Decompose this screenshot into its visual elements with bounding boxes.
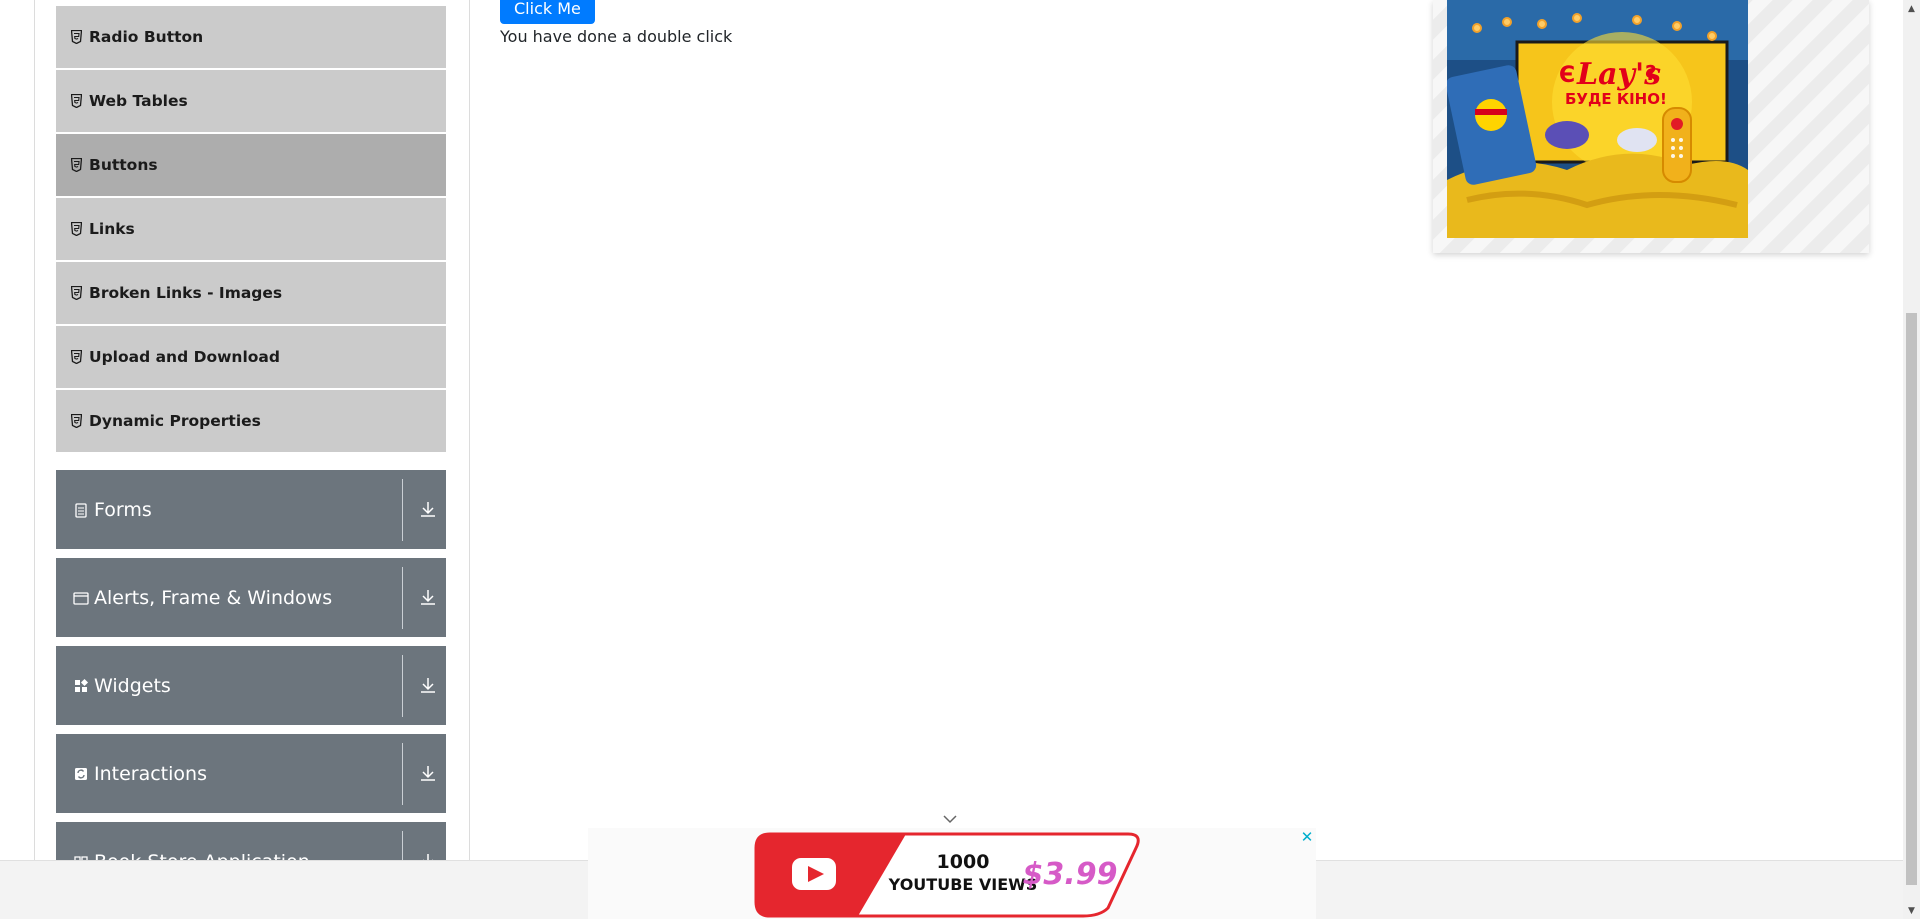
- scroll-up-arrow-icon[interactable]: ▲: [1903, 0, 1920, 17]
- group-divider: [402, 743, 403, 805]
- sidebar-item-dynamic-properties[interactable]: Dynamic Properties: [56, 390, 446, 452]
- html5-icon: [71, 158, 82, 172]
- interactions-icon: [73, 766, 89, 782]
- ad-headline-q: ?: [1645, 61, 1657, 85]
- sidebar-item-broken-links[interactable]: Broken Links - Images: [56, 262, 446, 324]
- sidebar-item-web-tables[interactable]: Web Tables: [56, 70, 446, 132]
- sidebar-group-alerts[interactable]: Alerts, Frame & Windows: [56, 558, 446, 637]
- html5-icon: [71, 350, 82, 364]
- sidebar-group-interactions[interactable]: Interactions: [56, 734, 446, 813]
- sidebar-item-links[interactable]: Links: [56, 198, 446, 260]
- sidebar-item-label: Upload and Download: [89, 348, 280, 366]
- sidebar-item-buttons[interactable]: Buttons: [56, 134, 446, 196]
- sidebar-group-forms[interactable]: Forms: [56, 470, 446, 549]
- sidebar-item-label: Web Tables: [89, 92, 188, 110]
- left-panel-border: [34, 0, 35, 860]
- sidebar-item-radio-button[interactable]: Radio Button: [56, 6, 446, 68]
- sidebar-group-label: Widgets: [94, 674, 171, 697]
- banner-line2: YOUTUBE VIEWS: [888, 875, 1038, 894]
- banner-line1: 1000: [937, 851, 990, 873]
- html5-icon: [71, 286, 82, 300]
- click-me-button[interactable]: Click Me: [500, 0, 595, 24]
- widgets-icon: [73, 678, 89, 694]
- window-icon: [73, 590, 89, 606]
- sidebar-item-label: Links: [89, 220, 135, 238]
- html5-icon: [71, 94, 82, 108]
- sidebar-item-label: Broken Links - Images: [89, 284, 283, 302]
- sidebar-item-upload-download[interactable]: Upload and Download: [56, 326, 446, 388]
- sidebar-item-label: Radio Button: [89, 28, 204, 46]
- sidebar-border: [469, 0, 470, 860]
- group-divider: [402, 655, 403, 717]
- html5-icon: [71, 30, 82, 44]
- html5-icon: [71, 222, 82, 236]
- download-arrow-icon[interactable]: [418, 675, 438, 695]
- sidebar-group-label: Alerts, Frame & Windows: [94, 586, 333, 609]
- download-arrow-icon[interactable]: [418, 587, 438, 607]
- chevron-down-icon[interactable]: [941, 812, 959, 826]
- sidebar-item-label: Dynamic Properties: [89, 412, 261, 430]
- ad-headline-kino: БУДЕ КІНО!: [1565, 90, 1667, 108]
- group-divider: [402, 479, 403, 541]
- banner-price: $3.99: [1023, 857, 1118, 892]
- scrollbar-thumb[interactable]: [1906, 313, 1917, 885]
- close-icon[interactable]: ✕: [1298, 828, 1316, 846]
- download-arrow-icon[interactable]: [418, 763, 438, 783]
- sidebar-group-label: Interactions: [94, 762, 207, 785]
- sidebar-group-label: Forms: [94, 498, 152, 521]
- double-click-message: You have done a double click: [500, 27, 733, 46]
- sidebar-item-label: Buttons: [89, 156, 158, 174]
- download-arrow-icon[interactable]: [418, 499, 438, 519]
- youtube-views-banner-ad[interactable]: 1000 YOUTUBE VIEWS $3.99: [588, 828, 1316, 919]
- html5-icon: [71, 414, 82, 428]
- sidebar-group-widgets[interactable]: Widgets: [56, 646, 446, 725]
- form-icon: [73, 502, 89, 518]
- scroll-down-arrow-icon[interactable]: ▼: [1903, 902, 1920, 919]
- ad-headline-e: Є: [1559, 63, 1575, 88]
- lays-ad-image[interactable]: Є Lay's ? БУДЕ КІНО!: [1447, 0, 1748, 238]
- group-divider: [402, 567, 403, 629]
